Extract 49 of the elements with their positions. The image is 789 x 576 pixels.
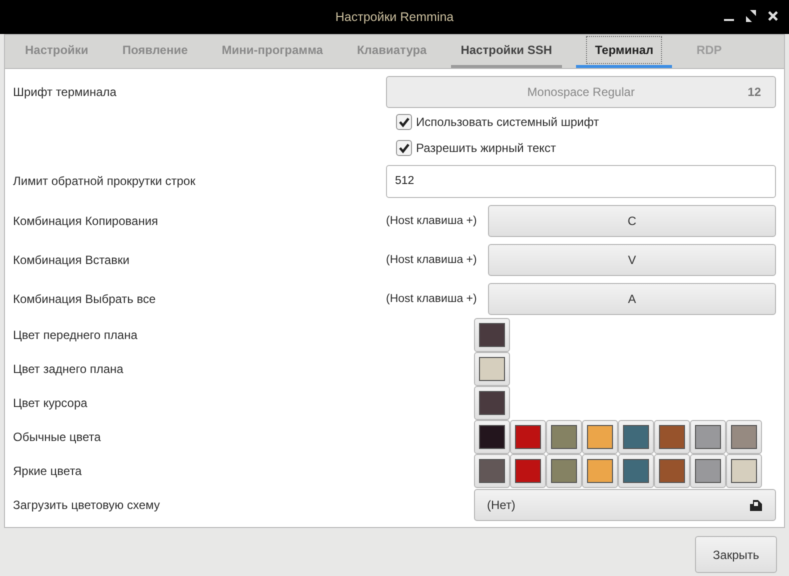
color-button[interactable]: [618, 420, 654, 454]
color-button[interactable]: [582, 420, 618, 454]
palette-label: Обычные цвета: [13, 430, 102, 444]
host-key-label: (Host клавиша +): [386, 292, 478, 304]
maximize-icon[interactable]: [745, 9, 757, 23]
checkbox-label: Разрешить жирный текст: [416, 141, 556, 155]
font-label: Шрифт терминала: [13, 85, 118, 99]
host-key-label: (Host клавиша +): [386, 254, 478, 266]
color-button[interactable]: [474, 454, 510, 488]
font-size: 12: [748, 85, 761, 99]
color-button[interactable]: [618, 454, 654, 488]
shortcut-label: Комбинация Выбрать все: [13, 292, 157, 306]
color-button[interactable]: [546, 420, 582, 454]
close-button[interactable]: Закрыть: [695, 536, 777, 573]
scheme-button[interactable]: (Нет): [474, 489, 776, 521]
palette-label: Яркие цвета: [13, 464, 83, 478]
color-button[interactable]: [474, 352, 510, 386]
checkbox[interactable]: [396, 140, 412, 156]
color-button[interactable]: [510, 454, 546, 488]
color-button[interactable]: [510, 420, 546, 454]
shortcut-label: Комбинация Копирования: [13, 214, 160, 228]
key-button[interactable]: A: [488, 282, 776, 314]
color-label: Цвет заднего плана: [13, 362, 124, 376]
window-title: Настройки Remmina: [335, 10, 454, 24]
color-label: Цвет курсора: [13, 396, 88, 410]
shortcut-label: Комбинация Вставки: [13, 252, 130, 266]
color-button[interactable]: [726, 420, 762, 454]
file-icon: [749, 498, 763, 512]
color-button[interactable]: [654, 454, 690, 488]
color-button[interactable]: [690, 454, 726, 488]
color-button[interactable]: [654, 420, 690, 454]
scrollback-field[interactable]: 512: [386, 164, 776, 198]
color-button[interactable]: [474, 386, 510, 420]
color-label: Цвет переднего плана: [13, 328, 138, 342]
key-button[interactable]: C: [488, 204, 776, 236]
scheme-label: Загрузить цветовую схему: [13, 498, 161, 512]
color-button[interactable]: [546, 454, 582, 488]
color-button[interactable]: [582, 454, 618, 488]
key-button[interactable]: V: [488, 244, 776, 276]
host-key-label: (Host клавиша +): [386, 214, 478, 226]
color-button[interactable]: [726, 454, 762, 488]
checkbox[interactable]: [396, 114, 412, 130]
font-button[interactable]: Monospace Regular 12: [386, 76, 776, 108]
scrollback-label: Лимит обратной прокрутки строк: [13, 174, 196, 188]
color-button[interactable]: [474, 420, 510, 454]
close-icon[interactable]: [767, 9, 779, 23]
color-button[interactable]: [474, 318, 510, 352]
checkbox-label: Использовать системный шрифт: [416, 115, 599, 129]
color-button[interactable]: [690, 420, 726, 454]
